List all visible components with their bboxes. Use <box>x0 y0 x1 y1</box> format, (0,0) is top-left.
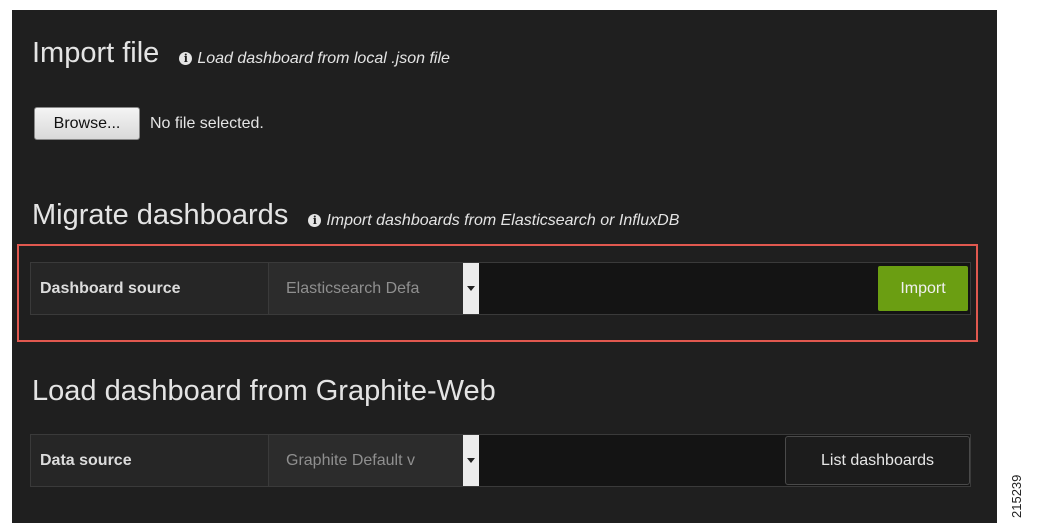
migrate-heading: Migrate dashboards i Import dashboards f… <box>32 199 679 232</box>
graphite-heading: Load dashboard from Graphite-Web <box>32 375 496 408</box>
info-icon: i <box>179 52 193 65</box>
file-picker: Browse... No file selected. <box>34 107 264 140</box>
dashboard-source-value: Elasticsearch Defa <box>286 279 420 297</box>
data-source-value: Graphite Default v <box>286 451 415 469</box>
info-icon: i <box>308 214 322 227</box>
import-file-hint-text: Load dashboard from local .json file <box>197 49 450 67</box>
migrate-hint-text: Import dashboards from Elasticsearch or … <box>326 211 680 229</box>
dashboard-source-row: Dashboard source Elasticsearch Defa Impo… <box>30 262 971 315</box>
import-panel: Import file i Load dashboard from local … <box>12 10 997 523</box>
caret-down-icon[interactable] <box>463 263 479 314</box>
import-file-heading: Import file i Load dashboard from local … <box>32 37 450 70</box>
import-button[interactable]: Import <box>878 266 968 311</box>
browse-button[interactable]: Browse... <box>34 107 140 140</box>
migrate-title: Migrate dashboards <box>32 199 289 231</box>
graphite-title: Load dashboard from Graphite-Web <box>32 375 496 407</box>
dashboard-source-select[interactable]: Elasticsearch Defa <box>269 263 479 314</box>
row-spacer <box>479 263 878 314</box>
figure-id: 215239 <box>1009 474 1024 519</box>
list-dashboards-button[interactable]: List dashboards <box>785 436 970 485</box>
import-file-hint: i Load dashboard from local .json file <box>179 50 450 68</box>
file-status: No file selected. <box>150 114 264 132</box>
import-file-title: Import file <box>32 37 160 69</box>
data-source-row: Data source Graphite Default v List dash… <box>30 434 971 487</box>
dashboard-source-label: Dashboard source <box>31 263 269 314</box>
data-source-label: Data source <box>31 435 269 486</box>
row-spacer <box>479 435 785 486</box>
data-source-select[interactable]: Graphite Default v <box>269 435 479 486</box>
migrate-hint: i Import dashboards from Elasticsearch o… <box>308 212 679 230</box>
caret-down-icon[interactable] <box>463 435 479 486</box>
